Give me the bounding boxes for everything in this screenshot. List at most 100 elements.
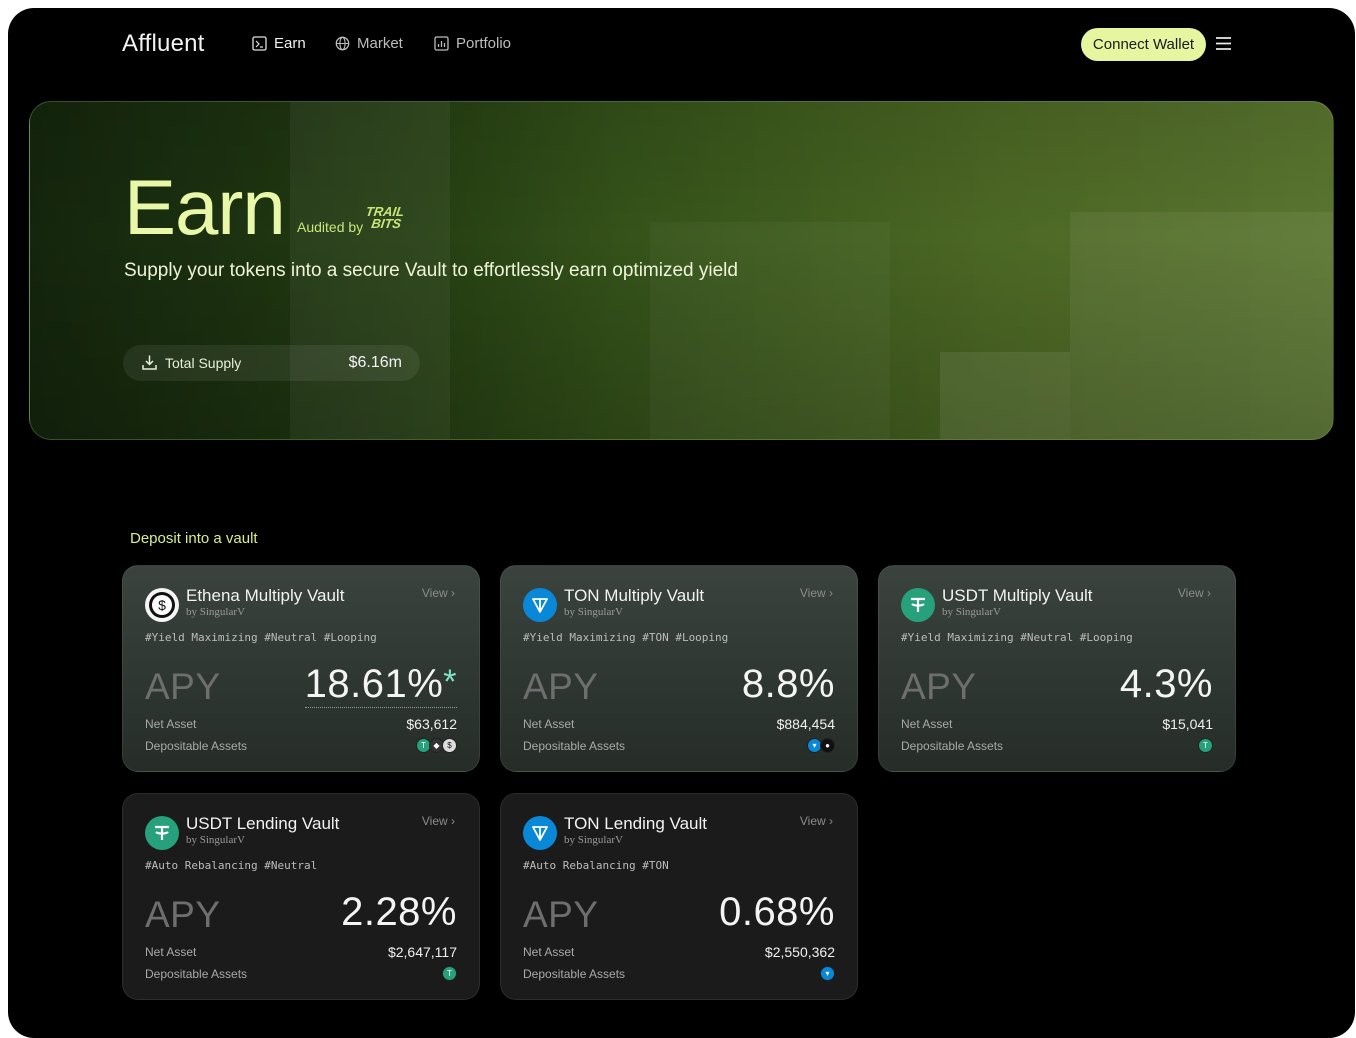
net-asset-value: $15,041 — [1162, 716, 1213, 732]
view-link[interactable]: View › — [1178, 586, 1211, 600]
vault-tags: #Auto Rebalancing #TON — [523, 859, 669, 872]
usdt-icon: T — [442, 966, 457, 981]
app-frame: Affluent Earn Market Portfolio Connect W… — [8, 8, 1355, 1038]
chevron-right-icon: › — [1207, 586, 1211, 600]
apy-label: APY — [523, 894, 599, 935]
total-supply-value: $6.16m — [348, 354, 402, 371]
svg-text:$: $ — [158, 597, 166, 613]
apy-value: 18.61%* — [304, 662, 457, 708]
total-supply-pill: Total Supply $6.16m — [123, 345, 420, 381]
brand-logo[interactable]: Affluent — [122, 30, 205, 58]
vault-name: TON Multiply Vault — [564, 586, 705, 605]
net-asset-value: $63,612 — [406, 716, 457, 732]
vault-card[interactable]: USDT Multiply Vault by SingularV View › … — [878, 565, 1236, 772]
depositable-assets-label: Depositable Assets — [523, 739, 626, 753]
vault-card[interactable]: TON Multiply Vault by SingularV View › #… — [500, 565, 858, 772]
page-title: Earn — [124, 163, 286, 251]
ton-icon — [523, 816, 557, 850]
net-asset-label: Net Asset — [145, 717, 197, 731]
net-asset-label: Net Asset — [901, 717, 953, 731]
net-asset-value: $2,550,362 — [764, 944, 835, 960]
apy-label: APY — [145, 666, 221, 707]
depositable-assets-icons: T — [1198, 738, 1213, 753]
vault-tags: #Yield Maximizing #Neutral #Looping — [901, 631, 1133, 644]
download-icon — [142, 355, 157, 370]
view-label: View — [799, 814, 826, 828]
vault-tags: #Yield Maximizing #Neutral #Looping — [145, 631, 377, 644]
section-title: Deposit into a vault — [130, 530, 258, 547]
depositable-assets-label: Depositable Assets — [145, 967, 248, 981]
net-asset-label: Net Asset — [523, 717, 575, 731]
net-asset-label: Net Asset — [523, 945, 575, 959]
depositable-assets-icons: T ◆ $ — [416, 738, 457, 753]
top-nav: Affluent Earn Market Portfolio Connect W… — [8, 8, 1355, 80]
apy-value: 0.68% — [719, 890, 835, 934]
vault-name: TON Lending Vault — [564, 814, 708, 833]
hamburger-menu-icon[interactable] — [1215, 36, 1232, 51]
depositable-assets-label: Depositable Assets — [901, 739, 1004, 753]
nav-portfolio-label: Portfolio — [456, 35, 512, 52]
vault-card[interactable]: USDT Lending Vault by SingularV View › #… — [122, 793, 480, 1000]
net-asset-value: $2,647,117 — [387, 944, 457, 960]
apy-value: 4.3% — [1119, 662, 1213, 706]
ton-icon: ▾ — [820, 966, 835, 981]
view-label: View — [421, 814, 448, 828]
globe-icon — [335, 36, 350, 51]
ethena-usde-icon: $ — [145, 588, 179, 622]
nav-portfolio[interactable]: Portfolio — [434, 35, 511, 52]
net-asset-value: $884,454 — [776, 716, 835, 732]
connect-wallet-button[interactable]: Connect Wallet — [1081, 28, 1206, 61]
vault-card[interactable]: TON Lending Vault by SingularV View › #A… — [500, 793, 858, 1000]
nav-market-label: Market — [357, 35, 403, 52]
nav-earn[interactable]: Earn — [252, 35, 306, 52]
net-asset-label: Net Asset — [145, 945, 197, 959]
audited-by-label: Audited by — [297, 219, 364, 235]
depositable-assets-icons: T — [442, 966, 457, 981]
view-link[interactable]: View › — [422, 814, 455, 828]
vault-provider: by SingularV — [186, 834, 245, 846]
ston-icon: ● — [820, 738, 835, 753]
hero-subtitle: Supply your tokens into a secure Vault t… — [124, 260, 738, 281]
vault-provider: by SingularV — [564, 834, 623, 846]
apy-label: APY — [523, 666, 599, 707]
depositable-assets-icons: ▾ — [820, 966, 835, 981]
earn-icon — [252, 36, 267, 51]
vault-provider: by SingularV — [186, 606, 245, 618]
chart-icon — [434, 36, 449, 51]
chevron-right-icon: › — [451, 814, 455, 828]
usde-icon: $ — [442, 738, 457, 753]
usdt-icon — [901, 588, 935, 622]
apy-asterisk[interactable]: * — [443, 663, 457, 701]
hero-banner: Earn Audited by TRAIL BITS Supply your t… — [29, 101, 1334, 440]
chevron-right-icon: › — [451, 586, 455, 600]
hero-texture — [940, 352, 1070, 439]
nav-earn-label: Earn — [274, 35, 306, 52]
vault-card[interactable]: $ Ethena Multiply Vault by SingularV Vie… — [122, 565, 480, 772]
depositable-assets-label: Depositable Assets — [523, 967, 626, 981]
chevron-right-icon: › — [829, 586, 833, 600]
chevron-right-icon: › — [829, 814, 833, 828]
nav-market[interactable]: Market — [335, 35, 403, 52]
trail-of-bits-logo: TRAIL BITS — [363, 204, 406, 231]
view-label: View — [421, 586, 448, 600]
apy-number: 18.61% — [304, 662, 444, 706]
view-link[interactable]: View › — [800, 814, 833, 828]
total-supply-label: Total Supply — [165, 355, 242, 371]
view-link[interactable]: View › — [422, 586, 455, 600]
hero-texture — [1070, 212, 1333, 439]
view-link[interactable]: View › — [800, 586, 833, 600]
vault-name: USDT Lending Vault — [186, 814, 340, 833]
vault-tags: #Yield Maximizing #TON #Looping — [523, 631, 729, 644]
apy-label: APY — [145, 894, 221, 935]
usdt-icon: T — [1198, 738, 1213, 753]
depositable-assets-label: Depositable Assets — [145, 739, 248, 753]
apy-label: APY — [901, 666, 977, 707]
depositable-assets-icons: ▾ ● — [807, 738, 835, 753]
view-label: View — [1177, 586, 1204, 600]
apy-value: 8.8% — [741, 662, 835, 706]
hero-texture — [650, 222, 890, 439]
vault-name: Ethena Multiply Vault — [186, 586, 345, 605]
vault-provider: by SingularV — [942, 606, 1001, 618]
vault-name: USDT Multiply Vault — [942, 586, 1093, 605]
view-label: View — [799, 586, 826, 600]
